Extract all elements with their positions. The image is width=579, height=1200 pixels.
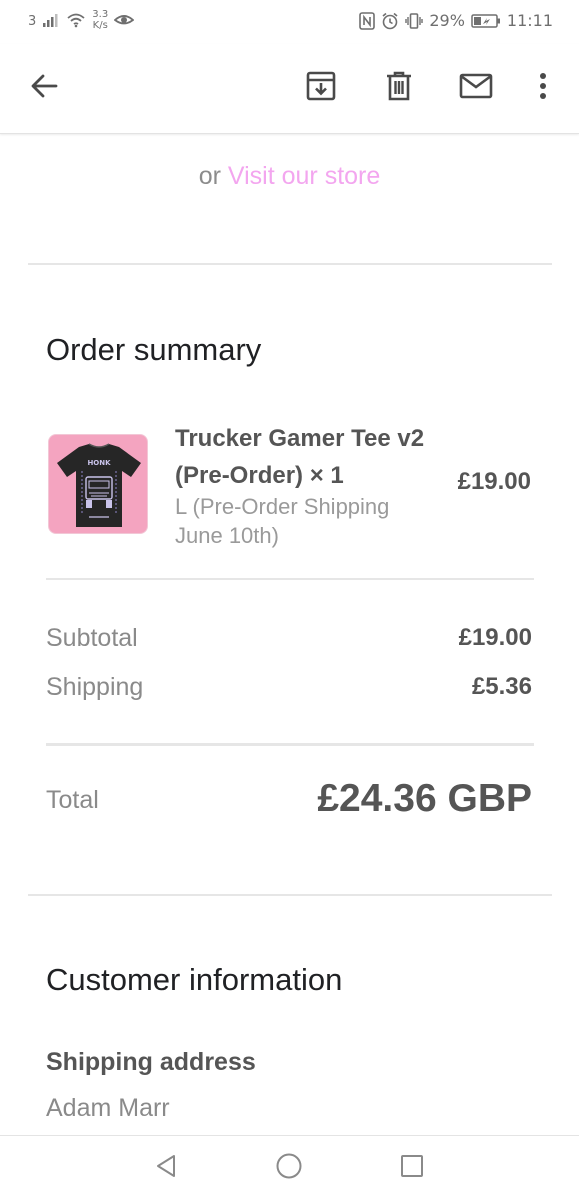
visit-store-link[interactable]: Visit our store	[228, 162, 380, 190]
status-bar: 3 3.3 K/s 29% 11:11	[0, 0, 579, 44]
divider	[46, 578, 534, 580]
store-line: or Visit our store	[0, 162, 579, 191]
product-name: Trucker Gamer Tee v2 (Pre-Order) × 1	[175, 425, 425, 489]
delete-button[interactable]	[375, 64, 423, 112]
clock: 11:11	[506, 11, 553, 30]
tshirt-image: HONK	[57, 443, 141, 527]
vibrate-icon	[405, 12, 424, 30]
divider	[28, 894, 552, 896]
app-bar	[0, 44, 579, 134]
eye-icon	[113, 12, 135, 32]
subtotal-label: Subtotal	[46, 624, 138, 652]
shipping-label: Shipping	[46, 673, 144, 701]
shipping-value: £5.36	[471, 673, 532, 700]
network-speed-value: 3.3	[92, 9, 109, 20]
nav-recents-button[interactable]	[394, 1150, 430, 1186]
back-button[interactable]	[20, 64, 68, 112]
signal-icon	[42, 12, 60, 32]
status-bar-right: 29% 11:11	[359, 11, 553, 30]
shipping-address-name: Adam Marr	[46, 1094, 170, 1122]
order-summary-title: Order summary	[46, 332, 262, 367]
archive-icon	[305, 70, 337, 107]
nfc-icon	[359, 11, 376, 30]
product-variant: L (Pre-Order Shipping June 10th)	[175, 494, 390, 548]
nav-home-button[interactable]	[271, 1150, 307, 1186]
divider	[28, 263, 552, 265]
mark-unread-button[interactable]	[452, 64, 500, 112]
total-value: £24.36 GBP	[317, 777, 532, 820]
nav-back-icon	[153, 1153, 179, 1184]
nav-home-icon	[275, 1152, 303, 1185]
mail-icon	[459, 73, 493, 104]
nav-recents-icon	[399, 1153, 425, 1184]
back-arrow-icon	[29, 71, 59, 106]
delete-icon	[384, 70, 414, 107]
svg-text:HONK: HONK	[87, 459, 111, 467]
more-options-button[interactable]	[519, 64, 567, 112]
product-image[interactable]: HONK	[48, 434, 148, 534]
sim-indicator: 3	[28, 14, 37, 29]
battery-percent: 29%	[429, 11, 465, 30]
battery-charging-icon	[471, 13, 501, 29]
divider	[46, 743, 534, 746]
status-bar-left: 3 3.3 K/s	[28, 9, 135, 32]
nav-back-button[interactable]	[148, 1150, 184, 1186]
network-speed-unit: K/s	[92, 20, 108, 31]
shipping-address-label: Shipping address	[46, 1048, 256, 1076]
subtotal-value: £19.00	[458, 624, 532, 651]
customer-information-title: Customer information	[46, 962, 343, 997]
network-speed: 3.3 K/s	[92, 9, 108, 31]
email-content: or Visit our store Order summary HONK Tr…	[0, 134, 579, 1135]
alarm-icon	[381, 12, 399, 30]
product-price: £19.00	[457, 468, 531, 495]
more-vert-icon	[539, 72, 547, 105]
store-line-prefix: or	[198, 162, 221, 190]
system-nav-bar	[0, 1135, 579, 1200]
total-label: Total	[46, 786, 99, 814]
archive-button[interactable]	[297, 64, 345, 112]
wifi-icon	[66, 12, 86, 32]
